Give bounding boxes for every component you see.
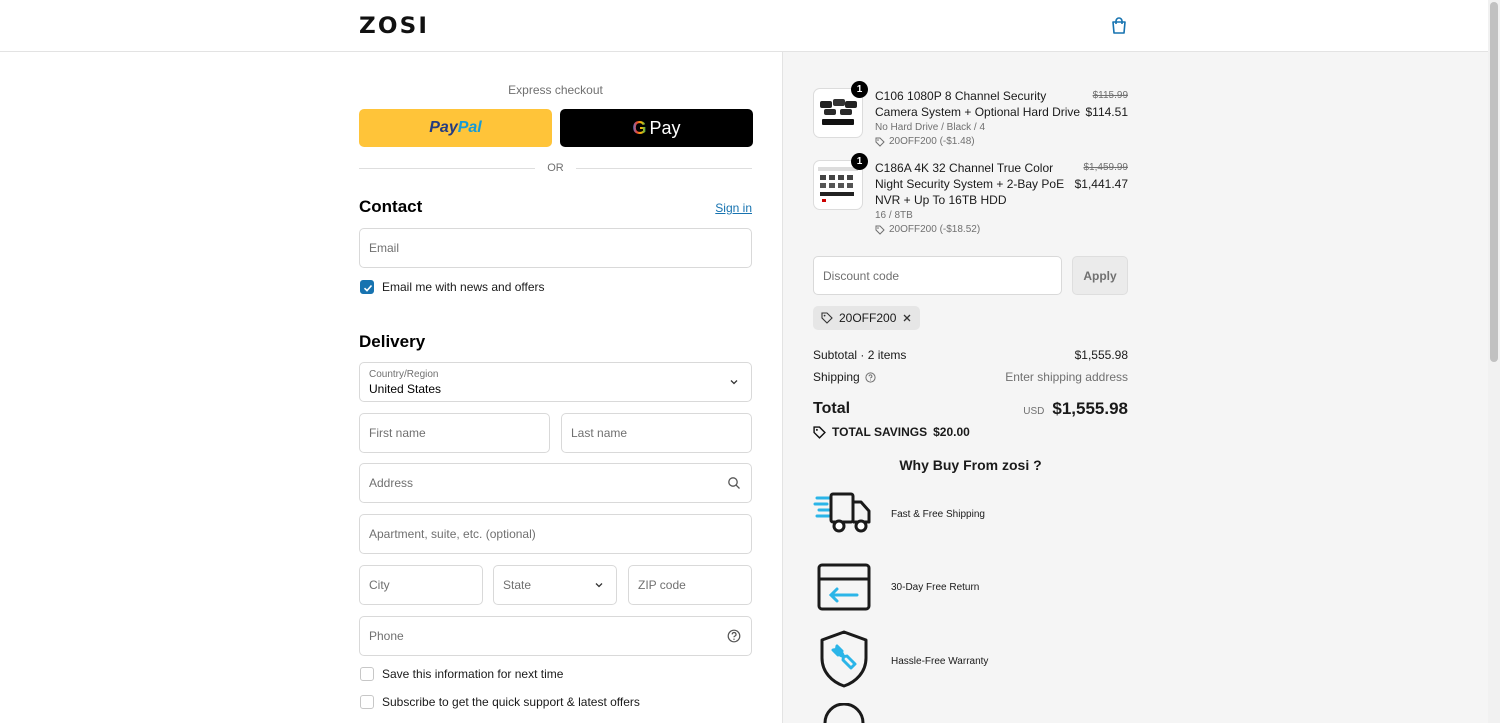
- state-placeholder: State: [503, 578, 532, 592]
- item-name: C186A 4K 32 Channel True Color Night Sec…: [875, 161, 1065, 207]
- quantity-badge: 1: [851, 81, 868, 98]
- applied-code-text: 20OFF200: [839, 311, 897, 325]
- why-buy-heading: Why Buy From zosi ?: [899, 457, 1042, 473]
- apply-discount-button[interactable]: Apply: [1072, 256, 1128, 295]
- save-info-checkbox[interactable]: [360, 667, 374, 681]
- return-box-icon: [817, 563, 871, 611]
- chevron-down-icon: [595, 583, 603, 588]
- contact-heading: Contact: [359, 197, 423, 216]
- shipping-row: Shipping: [813, 370, 876, 384]
- savings-label: TOTAL SAVINGS: [832, 425, 928, 439]
- or-divider: OR: [359, 160, 752, 176]
- total-currency: USD: [1023, 406, 1045, 417]
- address-placeholder: Address: [369, 476, 414, 490]
- item-original-price: $1,459.99: [1083, 162, 1129, 173]
- item-variant: 16 / 8TB: [875, 210, 913, 221]
- truck-icon: [813, 492, 871, 533]
- item-discount-text: 20OFF200 (-$1.48): [889, 136, 975, 147]
- tag-icon: [813, 425, 826, 439]
- feature-label: Fast & Free Shipping: [891, 509, 985, 520]
- express-checkout-label: Express checkout: [508, 83, 603, 97]
- subtotal-label: Subtotal · 2 items: [813, 348, 907, 362]
- item-price: $1,441.47: [1074, 177, 1128, 191]
- quantity-badge: 1: [851, 153, 868, 170]
- total-savings: TOTAL SAVINGS $20.00: [813, 425, 970, 439]
- save-info-label: Save this information for next time: [382, 667, 564, 681]
- checkmark-icon: [363, 284, 373, 292]
- email-field[interactable]: Email: [359, 228, 752, 268]
- subscribe-label: Subscribe to get the quick support & lat…: [382, 695, 640, 709]
- help-circle-icon[interactable]: [727, 629, 741, 643]
- address-field[interactable]: Address: [359, 463, 752, 503]
- newsletter-label: Email me with news and offers: [382, 280, 545, 294]
- city-placeholder: City: [369, 578, 390, 592]
- item-discount: 20OFF200 (-$18.52): [875, 224, 980, 235]
- page-header: ZOSI: [0, 0, 1488, 52]
- zip-field[interactable]: ZIP code: [628, 565, 752, 605]
- product-thumbnail: 1: [813, 153, 868, 210]
- savings-value: $20.00: [933, 425, 970, 439]
- brand-logo[interactable]: ZOSI: [359, 14, 429, 39]
- email-placeholder: Email: [369, 241, 400, 255]
- discount-code-placeholder: Discount code: [823, 268, 900, 283]
- total-amount: $1,555.98: [1052, 399, 1128, 418]
- search-icon: [728, 477, 740, 489]
- tag-icon: [875, 137, 885, 147]
- total-label: Total: [813, 400, 851, 417]
- apartment-field[interactable]: Apartment, suite, etc. (optional): [359, 514, 752, 554]
- or-label: OR: [547, 162, 564, 174]
- country-value: United States: [369, 382, 442, 396]
- last-name-field[interactable]: Last name: [561, 413, 752, 453]
- total-value: USD $1,555.98: [1023, 399, 1128, 419]
- tag-icon: [821, 312, 833, 324]
- city-field[interactable]: City: [359, 565, 483, 605]
- discount-code-field[interactable]: Discount code: [813, 256, 1062, 295]
- scrollbar-thumb[interactable]: [1490, 2, 1498, 362]
- feature-label: Hassle-Free Warranty: [891, 656, 989, 667]
- paypal-wordmark-pal: Pal: [457, 119, 482, 136]
- item-discount-text: 20OFF200 (-$18.52): [889, 224, 981, 235]
- country-select[interactable]: Country/Region United States: [359, 362, 752, 402]
- chevron-down-icon: [730, 380, 738, 385]
- subscribe-checkbox[interactable]: [360, 695, 374, 709]
- subtotal-value: $1,555.98: [1074, 348, 1128, 362]
- shipping-label: Shipping: [813, 370, 860, 384]
- sign-in-link[interactable]: Sign in: [700, 201, 752, 215]
- delivery-heading: Delivery: [359, 332, 426, 351]
- item-discount: 20OFF200 (-$1.48): [875, 136, 975, 147]
- feature-icon-partial: [823, 703, 865, 723]
- applied-discount-chip: 20OFF200: [813, 306, 921, 330]
- google-g-icon: G: [632, 117, 647, 138]
- last-name-placeholder: Last name: [571, 426, 628, 440]
- google-pay-button[interactable]: G Pay: [560, 109, 753, 147]
- item-original-price: $115.99: [1092, 90, 1128, 101]
- apartment-placeholder: Apartment, suite, etc. (optional): [369, 527, 536, 541]
- feature-label: 30-Day Free Return: [891, 582, 980, 593]
- tag-icon: [875, 225, 885, 235]
- first-name-field[interactable]: First name: [359, 413, 550, 453]
- paypal-button[interactable]: Pay Pal: [359, 109, 552, 147]
- state-select[interactable]: State: [493, 565, 617, 605]
- item-price: $114.51: [1085, 105, 1129, 119]
- first-name-placeholder: First name: [369, 426, 426, 440]
- product-thumbnail: 1: [813, 81, 868, 138]
- country-label: Country/Region: [369, 369, 439, 380]
- wrench-shield-icon: [820, 630, 868, 688]
- paypal-wordmark-pay: Pay: [429, 119, 458, 136]
- item-variant: No Hard Drive / Black / 4: [875, 122, 986, 133]
- phone-placeholder: Phone: [369, 629, 404, 643]
- shopping-bag-icon[interactable]: [1109, 16, 1129, 36]
- google-pay-label: Pay: [649, 117, 681, 138]
- newsletter-checkbox[interactable]: [360, 280, 374, 294]
- phone-field[interactable]: Phone: [359, 616, 752, 656]
- shipping-value: Enter shipping address: [1005, 370, 1128, 384]
- order-summary-panel: [782, 52, 1488, 723]
- zip-placeholder: ZIP code: [638, 578, 686, 592]
- item-name: C106 1080P 8 Channel Security Camera Sys…: [875, 89, 1081, 119]
- close-icon[interactable]: [902, 313, 912, 323]
- help-circle-icon[interactable]: [865, 371, 876, 383]
